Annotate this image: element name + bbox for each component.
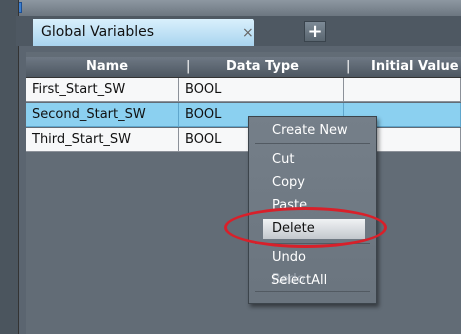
menu-divider — [255, 143, 370, 144]
column-separator: | — [346, 59, 351, 74]
table-header: Name | Data Type | Initial Value — [26, 57, 461, 78]
column-header-data-type[interactable]: Data Type — [226, 59, 299, 74]
variables-table: Name | Data Type | Initial Value First_S… — [26, 52, 461, 334]
menu-item-create-new[interactable]: Create New — [272, 123, 348, 138]
menu-item-cut[interactable]: Cut — [272, 152, 294, 167]
cell-name[interactable]: Second_Start_SW — [26, 103, 179, 127]
left-panel — [0, 0, 19, 334]
close-icon[interactable]: × — [242, 25, 254, 41]
tab-bar: Global Variables × + — [16, 16, 461, 46]
delete-highlight-ring — [224, 207, 387, 248]
column-header-name[interactable]: Name — [86, 59, 128, 74]
menu-item-copy[interactable]: Copy — [272, 175, 305, 190]
menu-item-select-all[interactable]: SelectAll — [271, 273, 327, 288]
cell-name[interactable]: First_Start_SW — [26, 78, 179, 102]
column-separator: | — [186, 59, 191, 74]
menu-item-undo[interactable]: Undo — [272, 250, 306, 265]
window-top-strip — [0, 0, 461, 16]
cell-initial-value[interactable] — [344, 78, 461, 102]
cell-name[interactable]: Third_Start_SW — [26, 128, 179, 152]
cell-data-type[interactable]: BOOL — [179, 78, 344, 102]
tab-global-variables[interactable]: Global Variables × — [33, 19, 254, 46]
add-tab-button[interactable]: + — [304, 21, 326, 42]
table-row[interactable]: Second_Start_SW BOOL — [26, 103, 461, 128]
tab-label: Global Variables — [41, 24, 155, 40]
table-row[interactable]: First_Start_SW BOOL — [26, 78, 461, 103]
column-header-initial-value[interactable]: Initial Value — [371, 59, 459, 74]
table-row[interactable]: Third_Start_SW BOOL — [26, 128, 461, 153]
menu-divider — [255, 291, 370, 292]
